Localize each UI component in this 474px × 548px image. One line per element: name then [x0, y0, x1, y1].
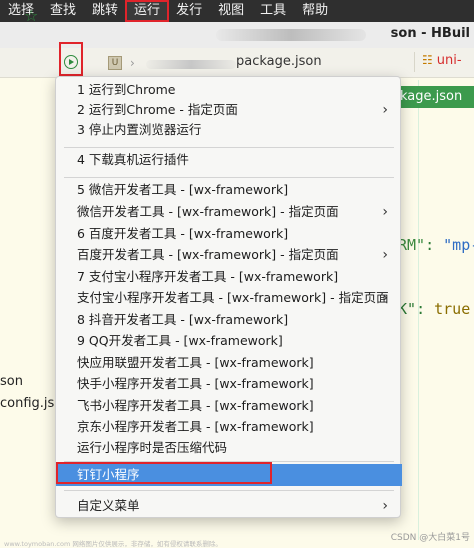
menu-item-custom-menu[interactable]: 自定义菜单 › [56, 495, 402, 517]
file-tab-package-json[interactable]: kage.json [396, 86, 474, 108]
tab-uni[interactable]: ☷ uni- [422, 53, 462, 68]
menu-tools[interactable]: 工具 [252, 1, 294, 21]
chevron-right-icon: › [382, 247, 388, 263]
chevron-right-icon: › [382, 102, 388, 118]
menu-find[interactable]: 查找 [42, 1, 84, 21]
chevron-right-icon: › [130, 56, 135, 70]
menu-item-kuaishou[interactable]: 快手小程序开发者工具 - [wx-framework] [56, 373, 402, 395]
menu-item-baidu-page[interactable]: 百度开发者工具 - [wx-framework] - 指定页面 › [56, 244, 402, 266]
menu-separator [64, 461, 394, 462]
menu-item-qq[interactable]: 9 QQ开发者工具 - [wx-framework] [56, 330, 402, 352]
menu-view[interactable]: 视图 [210, 1, 252, 21]
menu-item-alipay-page[interactable]: 支付宝小程序开发者工具 - [wx-framework] - 指定页面 › [56, 287, 402, 309]
menu-item-wechat[interactable]: 5 微信开发者工具 - [wx-framework] [56, 179, 402, 201]
menu-publish[interactable]: 发行 [168, 1, 210, 21]
code-line: K": true [398, 300, 471, 318]
toolbar-divider [414, 52, 415, 72]
menu-item-run-chrome[interactable]: 1 运行到Chrome [56, 79, 402, 101]
menu-item-quickapp[interactable]: 快应用联盟开发者工具 - [wx-framework] [56, 352, 402, 374]
run-dropdown-menu: 1 运行到Chrome 2 运行到Chrome - 指定页面 › 3 停止内置浏览… [55, 76, 402, 518]
menu-separator [64, 490, 394, 491]
search-list-icon: ☷ [422, 53, 433, 67]
menu-item-download-plugin[interactable]: 4 下载真机运行插件 [56, 149, 402, 171]
file-type-icon: U [108, 56, 122, 70]
chevron-right-icon: › [382, 204, 388, 220]
menu-help[interactable]: 帮助 [294, 1, 336, 21]
menu-run[interactable]: 运行 [125, 0, 170, 22]
file-tree-item[interactable]: son [0, 374, 23, 389]
star-icon[interactable]: ☆ [24, 6, 38, 25]
menu-item-baidu[interactable]: 6 百度开发者工具 - [wx-framework] [56, 223, 402, 245]
blurred-breadcrumb [146, 60, 236, 69]
chevron-right-icon: › [382, 498, 388, 514]
menu-item-run-chrome-page[interactable]: 2 运行到Chrome - 指定页面 › [56, 99, 402, 121]
tab-uni-label: uni- [436, 53, 462, 68]
watermark-right: CSDN @大白菜1号 [390, 533, 470, 543]
menu-goto[interactable]: 跳转 [84, 1, 126, 21]
menu-item-douyin[interactable]: 8 抖音开发者工具 - [wx-framework] [56, 309, 402, 331]
menu-bar: 选择 查找 跳转 运行 发行 视图 工具 帮助 [0, 0, 474, 22]
menu-item-dingtalk[interactable]: 钉钉小程序 [56, 464, 402, 486]
blurred-path [216, 29, 366, 41]
menu-item-wechat-page[interactable]: 微信开发者工具 - [wx-framework] - 指定页面 › [56, 201, 402, 223]
menu-item-stop-browser[interactable]: 3 停止内置浏览器运行 [56, 119, 402, 141]
watermark-left: www.toymoban.com 网络图片仅供展示，非存储，如有侵权请联系删除。 [4, 540, 222, 548]
menu-item-compress-code[interactable]: 运行小程序时是否压缩代码 [56, 437, 402, 459]
run-button-highlight [59, 42, 83, 76]
menu-item-feishu[interactable]: 飞书小程序开发者工具 - [wx-framework] [56, 395, 402, 417]
menu-separator [64, 177, 394, 178]
menu-item-alipay[interactable]: 7 支付宝小程序开发者工具 - [wx-framework] [56, 266, 402, 288]
window-title: son - HBuil [390, 26, 470, 41]
chevron-right-icon: › [382, 290, 388, 306]
menu-item-jd[interactable]: 京东小程序开发者工具 - [wx-framework] [56, 416, 402, 438]
breadcrumb-file[interactable]: package.json [236, 54, 322, 69]
code-line: RM": "mp- [398, 236, 474, 254]
menu-separator [64, 147, 394, 148]
